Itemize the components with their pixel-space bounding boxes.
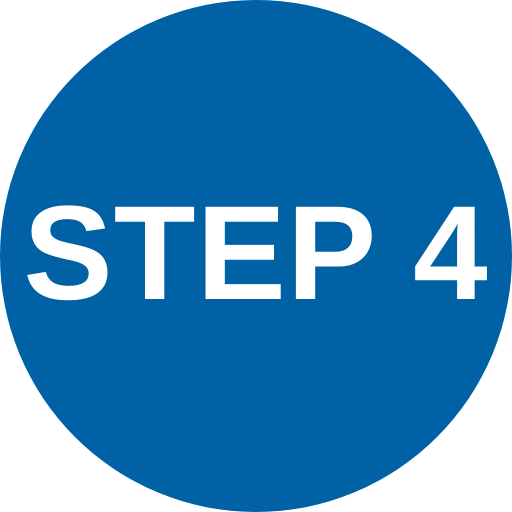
step-badge: STEP 4 [0, 0, 512, 512]
step-label: STEP 4 [23, 179, 489, 328]
stage: STEP 4 [0, 0, 512, 512]
